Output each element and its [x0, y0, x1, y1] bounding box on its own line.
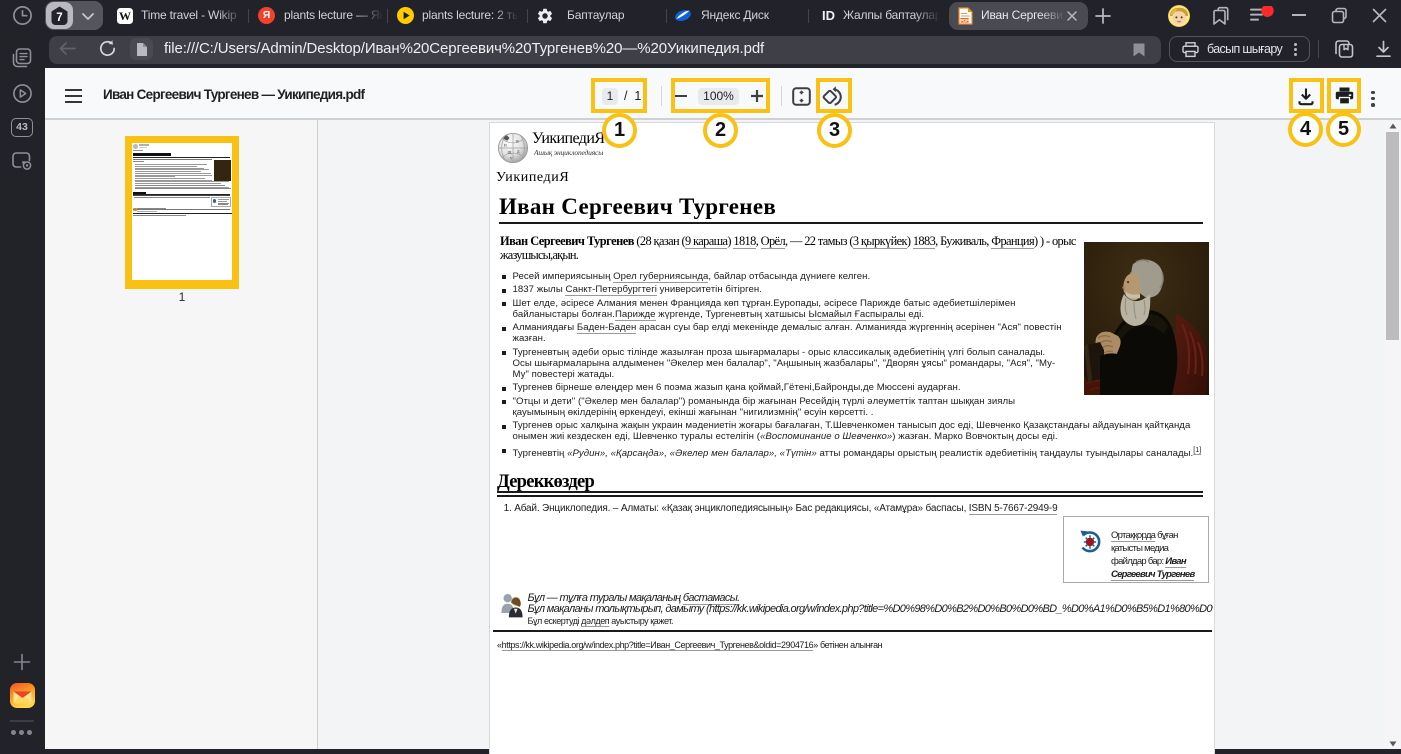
- svg-text:и: и: [504, 144, 507, 149]
- svg-text:w: w: [516, 140, 520, 145]
- svg-text:PDF: PDF: [960, 18, 969, 23]
- svg-text:щ: щ: [508, 151, 512, 156]
- svg-text:7: 7: [56, 12, 62, 24]
